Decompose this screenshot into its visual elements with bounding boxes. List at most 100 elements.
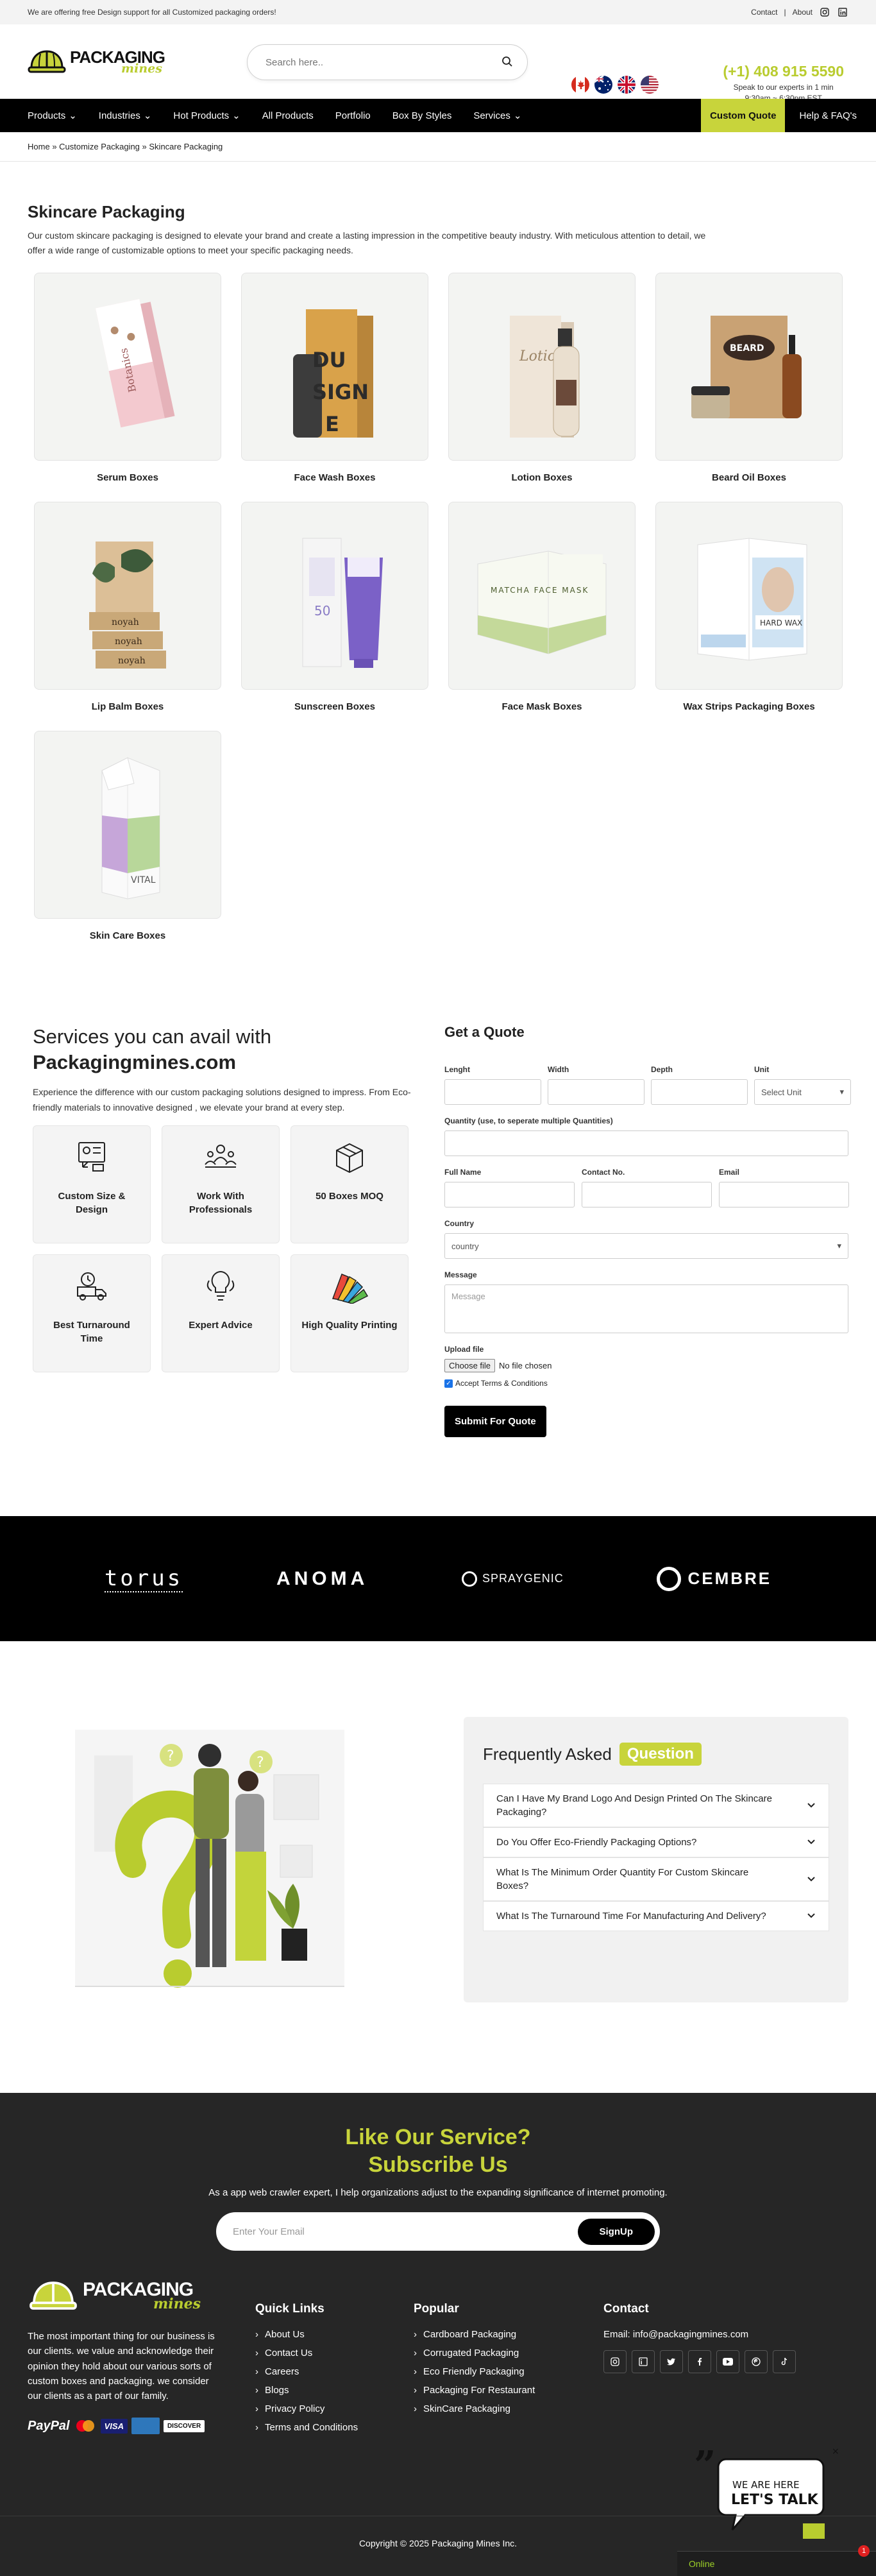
submit-quote-button[interactable]: Submit For Quote — [444, 1406, 546, 1438]
footer-email[interactable]: Email: info@packagingmines.com — [603, 2329, 796, 2340]
linkedin-icon[interactable] — [632, 2350, 655, 2374]
faq-item[interactable]: What Is The Turnaround Time For Manufact… — [483, 1901, 829, 1932]
footer-link-terms[interactable]: › Terms and Conditions — [255, 2422, 414, 2433]
lip-balm-box-image[interactable]: noyah noyah noyah — [34, 502, 221, 690]
main-content: Skincare Packaging Our custom skincare p… — [0, 202, 876, 960]
product-name[interactable]: Sunscreen Boxes — [241, 701, 428, 712]
subscribe-email-input[interactable]: Enter Your Email — [233, 2226, 305, 2237]
nav-products[interactable]: Products ⌄ — [28, 110, 77, 122]
search-input[interactable] — [265, 56, 484, 68]
skin-care-box-image[interactable]: VITAL — [34, 731, 221, 919]
footer-link-restaurant[interactable]: › Packaging For Restaurant — [414, 2385, 603, 2396]
service-card: 50 Boxes MOQ — [291, 1125, 409, 1244]
email-input[interactable] — [719, 1182, 849, 1208]
product-name[interactable]: Face Mask Boxes — [448, 701, 636, 712]
fullname-input[interactable] — [444, 1182, 575, 1208]
product-name[interactable]: Serum Boxes — [34, 472, 221, 483]
face-mask-box-image[interactable]: MATCHA FACE MASK — [448, 502, 636, 690]
brand-logo-cembre: CEMBRE — [657, 1566, 771, 1591]
product-card[interactable]: Lotion Lotion Boxes — [448, 273, 636, 483]
linkedin-icon[interactable] — [837, 6, 848, 18]
service-card: High Quality Printing — [291, 1254, 409, 1373]
unit-select[interactable]: Select Unit ▾ — [754, 1079, 851, 1105]
serum-box-image[interactable]: Botanics — [34, 273, 221, 461]
breadcrumb-home[interactable]: Home — [28, 142, 50, 151]
instagram-icon[interactable] — [819, 6, 830, 18]
breadcrumb-customize[interactable]: Customize Packaging — [59, 142, 140, 151]
nav-label: Services — [473, 110, 510, 121]
lotion-box-image[interactable]: Lotion — [448, 273, 636, 461]
footer-link-careers[interactable]: › Careers — [255, 2366, 414, 2377]
country-select[interactable]: country ▾ — [444, 1233, 848, 1259]
online-status-bar[interactable]: Online 1 — [677, 2545, 876, 2576]
footer-link-privacy[interactable]: › Privacy Policy — [255, 2403, 414, 2414]
product-card[interactable]: HARD WAX Wax Strips Packaging Boxes — [655, 502, 843, 712]
footer-link-corrugated[interactable]: › Corrugated Packaging — [414, 2348, 603, 2358]
product-card[interactable]: VITAL Skin Care Boxes — [34, 731, 221, 941]
about-link[interactable]: About — [793, 8, 813, 17]
product-card[interactable]: MATCHA FACE MASK Face Mask Boxes — [448, 502, 636, 712]
nav-services[interactable]: Services ⌄ — [473, 110, 521, 122]
beard-oil-box-image[interactable]: BEARD — [655, 273, 843, 461]
footer-link-contact[interactable]: › Contact Us — [255, 2348, 414, 2358]
product-card[interactable]: BEARD Beard Oil Boxes — [655, 273, 843, 483]
signup-button[interactable]: SignUp — [577, 2218, 655, 2245]
faq-item[interactable]: Can I Have My Brand Logo And Design Prin… — [483, 1784, 829, 1828]
length-input[interactable] — [444, 1079, 541, 1105]
service-label: Custom Size & Design — [58, 1191, 126, 1216]
product-card[interactable]: 50 Sunscreen Boxes — [241, 502, 428, 712]
site-logo[interactable]: PACKAGING mines — [28, 46, 220, 77]
product-name[interactable]: Skin Care Boxes — [34, 930, 221, 941]
face-wash-box-image[interactable]: DU SIGN E — [241, 273, 428, 461]
wax-strips-box-image[interactable]: HARD WAX — [655, 502, 843, 690]
choose-file-button[interactable]: Choose file — [444, 1359, 496, 1373]
product-card[interactable]: noyah noyah noyah Lip Balm Boxes — [34, 502, 221, 712]
pinterest-icon[interactable] — [745, 2350, 768, 2374]
tiktok-icon[interactable] — [773, 2350, 796, 2374]
nav-industries[interactable]: Industries ⌄ — [99, 110, 152, 122]
product-name[interactable]: Lotion Boxes — [448, 472, 636, 483]
nav-portfolio[interactable]: Portfolio — [335, 110, 371, 121]
search-icon[interactable] — [501, 56, 513, 69]
nav-box-by-styles[interactable]: Box By Styles — [392, 110, 452, 121]
footer-link-skincare[interactable]: › SkinCare Packaging — [414, 2403, 603, 2414]
product-card[interactable]: DU SIGN E Face Wash Boxes — [241, 273, 428, 483]
nav-all-products[interactable]: All Products — [262, 110, 314, 121]
facebook-icon[interactable] — [688, 2350, 711, 2374]
product-card[interactable]: Botanics Serum Boxes — [34, 273, 221, 483]
sunscreen-box-image[interactable]: 50 — [241, 502, 428, 690]
nav-hot-products[interactable]: Hot Products ⌄ — [173, 110, 240, 122]
twitter-icon[interactable] — [660, 2350, 683, 2374]
faq-item[interactable]: What Is The Minimum Order Quantity For C… — [483, 1857, 829, 1902]
product-name[interactable]: Lip Balm Boxes — [34, 701, 221, 712]
phone-number[interactable]: (+1) 408 915 5590 — [723, 63, 844, 80]
custom-quote-button[interactable]: Custom Quote — [701, 99, 787, 132]
youtube-icon[interactable] — [716, 2350, 739, 2374]
product-name[interactable]: Wax Strips Packaging Boxes — [655, 701, 843, 712]
usa-flag-icon[interactable] — [641, 76, 659, 94]
footer-link-about[interactable]: › About Us — [255, 2329, 414, 2340]
search-bar[interactable] — [247, 44, 528, 80]
depth-input[interactable] — [651, 1079, 748, 1105]
product-name[interactable]: Face Wash Boxes — [241, 472, 428, 483]
canada-flag-icon[interactable] — [571, 76, 589, 94]
quantity-input[interactable] — [444, 1130, 848, 1157]
message-textarea[interactable]: Message — [444, 1284, 848, 1334]
contact-link[interactable]: Contact — [751, 8, 777, 17]
chevron-right-icon: › — [255, 2403, 258, 2415]
width-input[interactable] — [548, 1079, 644, 1105]
product-name[interactable]: Beard Oil Boxes — [655, 472, 843, 483]
faq-item[interactable]: Do You Offer Eco-Friendly Packaging Opti… — [483, 1827, 829, 1858]
footer-logo[interactable]: PACKAGING mines — [28, 2276, 220, 2315]
footer-link-cardboard[interactable]: › Cardboard Packaging — [414, 2329, 603, 2340]
spraygenic-text: SPRAYGENIC — [482, 1572, 564, 1585]
uk-flag-icon[interactable] — [618, 76, 636, 94]
australia-flag-icon[interactable] — [594, 76, 612, 94]
close-icon[interactable]: × — [832, 2446, 839, 2457]
footer-link-eco[interactable]: › Eco Friendly Packaging — [414, 2366, 603, 2377]
terms-checkbox[interactable]: ✓ — [444, 1379, 453, 1388]
footer-link-blogs[interactable]: › Blogs — [255, 2385, 414, 2396]
help-faq-link[interactable]: Help & FAQ's — [786, 99, 876, 132]
instagram-icon[interactable] — [603, 2350, 627, 2374]
contact-no-input[interactable] — [582, 1182, 712, 1208]
